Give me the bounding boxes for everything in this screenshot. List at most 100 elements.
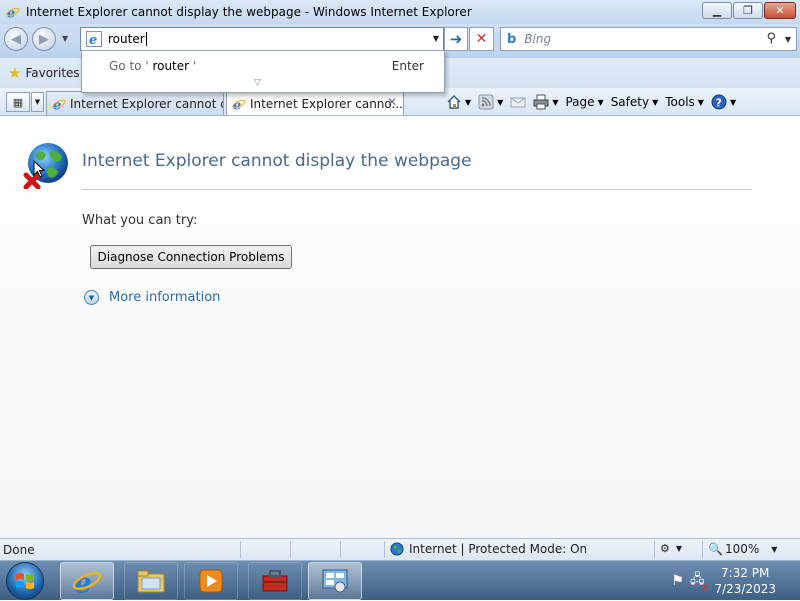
search-icon[interactable]: ⚲ [766, 31, 776, 46]
close-tab-icon[interactable]: ✕ [387, 95, 397, 109]
safety-menu[interactable]: Safety ▼ [611, 95, 659, 109]
back-button[interactable]: ◀ [4, 27, 28, 51]
taskbar-windows-explorer[interactable] [124, 562, 178, 600]
status-divider [654, 541, 655, 558]
protected-mode-settings[interactable]: ⚙ ▼ [660, 542, 682, 555]
favorites-button[interactable]: Favorites [25, 66, 79, 80]
taskbar-toolbox-app[interactable] [248, 562, 302, 600]
zoom-level: 100% [724, 542, 760, 556]
help-button[interactable]: ? ▼ [711, 94, 736, 110]
zoom-magnifier-icon: 🔍 [708, 542, 723, 556]
zone-label: Internet | Protected Mode: On [409, 542, 588, 556]
go-button[interactable]: ➜ [444, 27, 468, 51]
help-dropdown-icon[interactable]: ▼ [730, 98, 736, 107]
action-center-icon[interactable]: ⚑ [671, 573, 684, 589]
more-information-link[interactable]: ▼ More information [84, 290, 220, 305]
quick-tabs-icon: ▦ [12, 95, 24, 109]
status-bar: Done Internet | Protected Mode: On ⚙ ▼ 🔍 … [0, 538, 800, 560]
zoom-dropdown-icon[interactable]: ▼ [771, 545, 777, 554]
internet-explorer-icon: e [72, 566, 102, 596]
tab-ie-icon: e [52, 98, 66, 111]
status-divider [240, 541, 241, 558]
home-dropdown-icon[interactable]: ▼ [465, 98, 471, 107]
system-tray: ⚑ 🖧 ✕ 7:32 PM 7/23/2023 [671, 561, 800, 601]
home-button[interactable]: ▼ [446, 94, 471, 110]
status-divider [702, 541, 703, 558]
help-icon: ? [711, 94, 727, 110]
expand-chevron-icon[interactable]: ▼ [84, 290, 99, 305]
minimize-icon: ▁ [712, 4, 722, 17]
tools-menu[interactable]: Tools ▼ [665, 95, 704, 109]
start-button[interactable] [6, 562, 44, 600]
print-button[interactable]: ▼ [533, 94, 558, 110]
divider [82, 189, 752, 190]
page-title: Internet Explorer cannot display the web… [82, 151, 472, 171]
toolbox-icon [262, 570, 288, 592]
search-options-dropdown-icon[interactable]: ▼ [785, 35, 791, 44]
search-box[interactable]: b Bing ⚲ ▼ [500, 27, 797, 51]
recent-pages-dropdown[interactable]: ▼ [62, 34, 68, 43]
tab-list-dropdown[interactable]: ▼ [31, 92, 44, 112]
folder-icon [137, 570, 165, 593]
tab-ie-icon: e [232, 98, 246, 111]
bing-logo-icon: b [507, 31, 517, 47]
quick-tabs-button[interactable]: ▦ [6, 92, 30, 112]
page-content: Internet Explorer cannot display the web… [0, 117, 800, 538]
ie-logo-icon: e [6, 6, 20, 19]
enter-hint: Enter [391, 59, 424, 73]
read-mail-button[interactable] [510, 94, 526, 110]
taskbar-media-player[interactable] [184, 562, 238, 600]
back-arrow-icon: ◀ [11, 31, 21, 47]
tab-1-label: Internet Explorer cannot di... [70, 96, 223, 111]
tab-2[interactable]: e Internet Explorer canno... ✕ [226, 91, 404, 115]
home-icon [447, 95, 461, 109]
search-placeholder[interactable]: Bing [524, 32, 551, 46]
clock-date: 7/23/2023 [714, 582, 776, 596]
network-disconnected-icon[interactable]: 🖧 ✕ [690, 570, 709, 594]
title-bar: e Internet Explorer cannot display the w… [0, 0, 800, 24]
stop-button[interactable]: ✕ [469, 27, 494, 51]
protected-mode-dropdown-icon[interactable]: ▼ [676, 544, 682, 553]
tools-dropdown-icon: ▼ [697, 97, 704, 107]
minimize-button[interactable]: ▁ [702, 2, 732, 19]
goto-suggestion[interactable]: Go to ' router ' [109, 59, 196, 73]
taskbar-internet-explorer[interactable]: e [60, 562, 114, 600]
feeds-button[interactable]: ▼ [478, 94, 503, 110]
globe-error-icon [23, 143, 68, 189]
taskbar: e ⚑ 🖧 ✕ 7:32 PM 7/23/2023 [0, 560, 800, 600]
clock[interactable]: 7:32 PM 7/23/2023 [714, 565, 776, 597]
taskbar-control-panel[interactable] [308, 562, 362, 600]
status-text: Done [3, 543, 35, 557]
tab-1[interactable]: e Internet Explorer cannot di... [46, 91, 224, 115]
forward-button[interactable]: ▶ [32, 27, 56, 51]
tab-2-label: Internet Explorer canno... [250, 96, 403, 111]
svg-text:e: e [89, 33, 97, 47]
feeds-dropdown-icon[interactable]: ▼ [497, 98, 503, 107]
favorites-star-icon[interactable]: ★ [8, 64, 21, 82]
go-arrow-icon: ➜ [449, 30, 463, 48]
more-information-label[interactable]: More information [109, 290, 220, 305]
internet-zone-globe-icon [390, 542, 404, 556]
security-zone[interactable]: Internet | Protected Mode: On [390, 542, 587, 556]
maximize-button[interactable]: ❐ [733, 2, 763, 19]
page-dropdown-icon: ▼ [597, 97, 604, 107]
close-button[interactable]: ✕ [764, 2, 796, 19]
control-panel-icon [322, 569, 348, 593]
rss-feed-icon [478, 94, 494, 110]
printer-icon [533, 94, 549, 110]
print-dropdown-icon[interactable]: ▼ [552, 98, 558, 107]
media-player-icon [199, 569, 223, 593]
diagnose-connection-button[interactable]: Diagnose Connection Problems [90, 245, 292, 269]
expand-autocomplete-icon[interactable]: ▽ [254, 78, 261, 88]
address-input[interactable]: router [108, 32, 147, 47]
page-menu[interactable]: Page ▼ [565, 95, 603, 109]
command-tools: ▼ ▼ ▼ Page ▼ Safety ▼ Tools ▼ ? ▼ [446, 88, 743, 116]
window-title: Internet Explorer cannot display the web… [26, 5, 472, 19]
status-divider [340, 541, 341, 558]
text-cursor [145, 32, 147, 47]
clock-time: 7:32 PM [721, 566, 770, 580]
zoom-control[interactable]: 🔍 100% ▼ [708, 542, 777, 556]
address-bar[interactable]: e router ▼ [80, 27, 444, 51]
address-dropdown-icon[interactable]: ▼ [433, 34, 439, 43]
forward-arrow-icon: ▶ [39, 31, 49, 47]
